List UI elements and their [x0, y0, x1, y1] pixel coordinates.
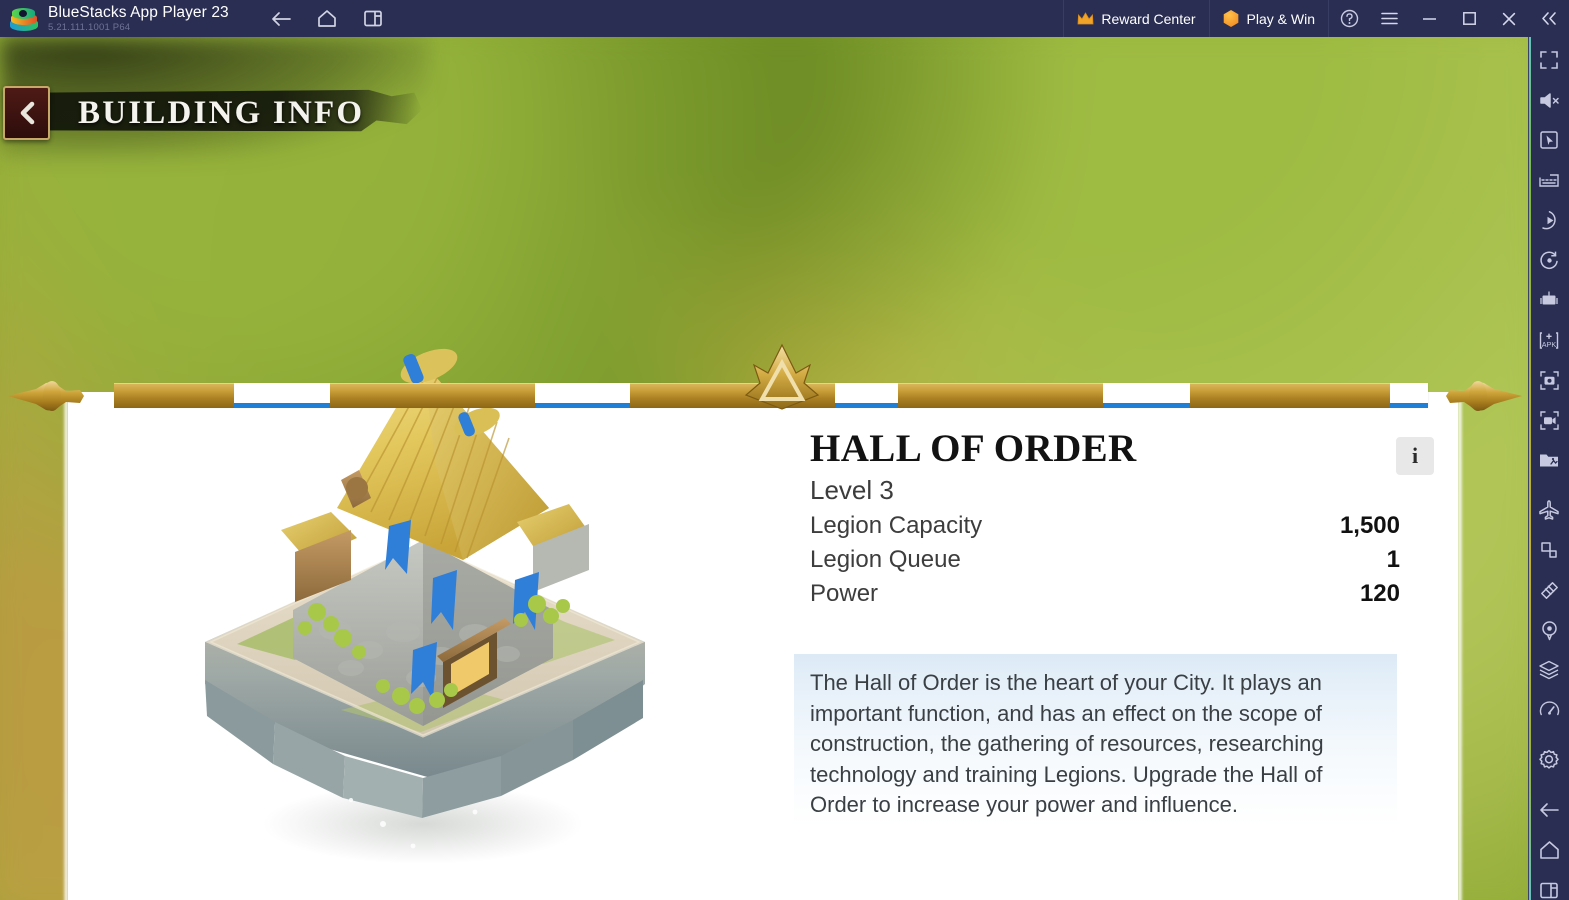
stat-label: Legion Capacity	[810, 511, 983, 539]
building-stats-column: HALL OF ORDER Level 3 Legion Capacity 1,…	[810, 429, 1400, 608]
pip-mode-icon[interactable]	[1534, 535, 1564, 565]
svg-text:APK: APK	[1542, 340, 1557, 349]
page-title: BUILDING INFO	[78, 94, 365, 131]
coin-icon	[1223, 10, 1239, 27]
back-arrow-icon[interactable]	[1534, 795, 1564, 825]
stat-row-legion-queue: Legion Queue 1	[810, 546, 1400, 574]
stat-value: 120	[1359, 579, 1400, 607]
close-button[interactable]	[1489, 0, 1529, 37]
stat-value: 1,500	[1339, 511, 1400, 539]
performance-icon[interactable]	[1534, 695, 1564, 725]
building-name: HALL OF ORDER	[810, 427, 1137, 470]
rod-right-cap	[1446, 381, 1522, 411]
play-and-win-button[interactable]: Play & Win	[1208, 0, 1329, 37]
rod-segment	[1190, 383, 1390, 408]
collapse-sidebar-button[interactable]	[1529, 0, 1569, 37]
settings-gear-icon[interactable]	[1534, 745, 1564, 775]
info-button[interactable]: i	[1396, 437, 1434, 475]
bluestacks-titlebar: BlueStacks App Player 23 5.21.111.1001 P…	[0, 0, 1569, 37]
play-and-win-label: Play & Win	[1246, 10, 1315, 27]
building-description-box: The Hall of Order is the heart of your C…	[794, 654, 1397, 826]
crown-icon	[1077, 12, 1094, 25]
rod-segment	[114, 383, 234, 408]
multi-instance-sync-icon[interactable]	[1534, 655, 1564, 685]
stat-row-power: Power 120	[810, 580, 1400, 608]
rod-segment	[330, 383, 535, 408]
macro-record-icon[interactable]	[1534, 205, 1564, 235]
rotate-icon[interactable]	[1534, 245, 1564, 275]
scroll-rod-decoration	[8, 343, 1522, 415]
cursor-pointer-icon[interactable]	[1534, 125, 1564, 155]
sidebar-accent-line	[1529, 37, 1531, 900]
media-manager-icon[interactable]	[1534, 445, 1564, 475]
stat-row-legion-capacity: Legion Capacity 1,500	[810, 512, 1400, 540]
minimize-button[interactable]	[1409, 0, 1449, 37]
mute-icon[interactable]	[1534, 85, 1564, 115]
chevron-left-icon	[20, 101, 34, 125]
titlebar-right-group: Reward Center Play & Win	[1063, 0, 1569, 37]
location-icon[interactable]	[1534, 615, 1564, 645]
app-title: BlueStacks App Player 23	[48, 3, 229, 21]
bluestacks-window: HALL OF ORDER Level 3 Legion Capacity 1,…	[0, 0, 1569, 900]
reward-center-button[interactable]: Reward Center	[1063, 0, 1208, 37]
keyboard-controls-icon[interactable]	[1534, 165, 1564, 195]
airplane-mode-icon[interactable]	[1534, 495, 1564, 525]
stat-value: 1	[1386, 545, 1400, 573]
reward-center-label: Reward Center	[1101, 10, 1196, 27]
stat-label: Power	[810, 579, 879, 607]
install-apk-icon[interactable]: APK	[1534, 325, 1564, 355]
fullscreen-icon[interactable]	[1534, 45, 1564, 75]
home-icon[interactable]	[1534, 835, 1564, 865]
multi-instance-icon[interactable]	[361, 7, 385, 31]
recents-icon[interactable]	[1534, 875, 1564, 900]
help-button[interactable]	[1329, 0, 1369, 37]
rod-center-emblem	[744, 343, 820, 410]
screen-record-icon[interactable]	[1534, 405, 1564, 435]
back-arrow-icon[interactable]	[269, 7, 293, 31]
game-viewport[interactable]: HALL OF ORDER Level 3 Legion Capacity 1,…	[0, 37, 1528, 900]
titlebar-nav-group	[269, 7, 385, 31]
bluestacks-logo-icon	[10, 6, 38, 32]
titlebar-text: BlueStacks App Player 23 5.21.111.1001 P…	[48, 3, 229, 33]
shake-icon[interactable]	[1534, 575, 1564, 605]
eco-mode-icon[interactable]	[1534, 285, 1564, 315]
game-back-button[interactable]	[3, 86, 50, 140]
maximize-button[interactable]	[1449, 0, 1489, 37]
building-description: The Hall of Order is the heart of your C…	[810, 670, 1324, 817]
page-header: BUILDING INFO	[42, 85, 422, 141]
screenshot-icon[interactable]	[1534, 365, 1564, 395]
menu-button[interactable]	[1369, 0, 1409, 37]
rod-segment	[898, 383, 1103, 408]
app-version: 5.21.111.1001 P64	[48, 22, 131, 33]
stat-label: Legion Queue	[810, 545, 961, 573]
rod-left-cap	[8, 381, 84, 411]
home-icon[interactable]	[315, 7, 339, 31]
bluestacks-sidebar: APK	[1528, 37, 1569, 900]
building-level: Level 3	[810, 474, 894, 505]
